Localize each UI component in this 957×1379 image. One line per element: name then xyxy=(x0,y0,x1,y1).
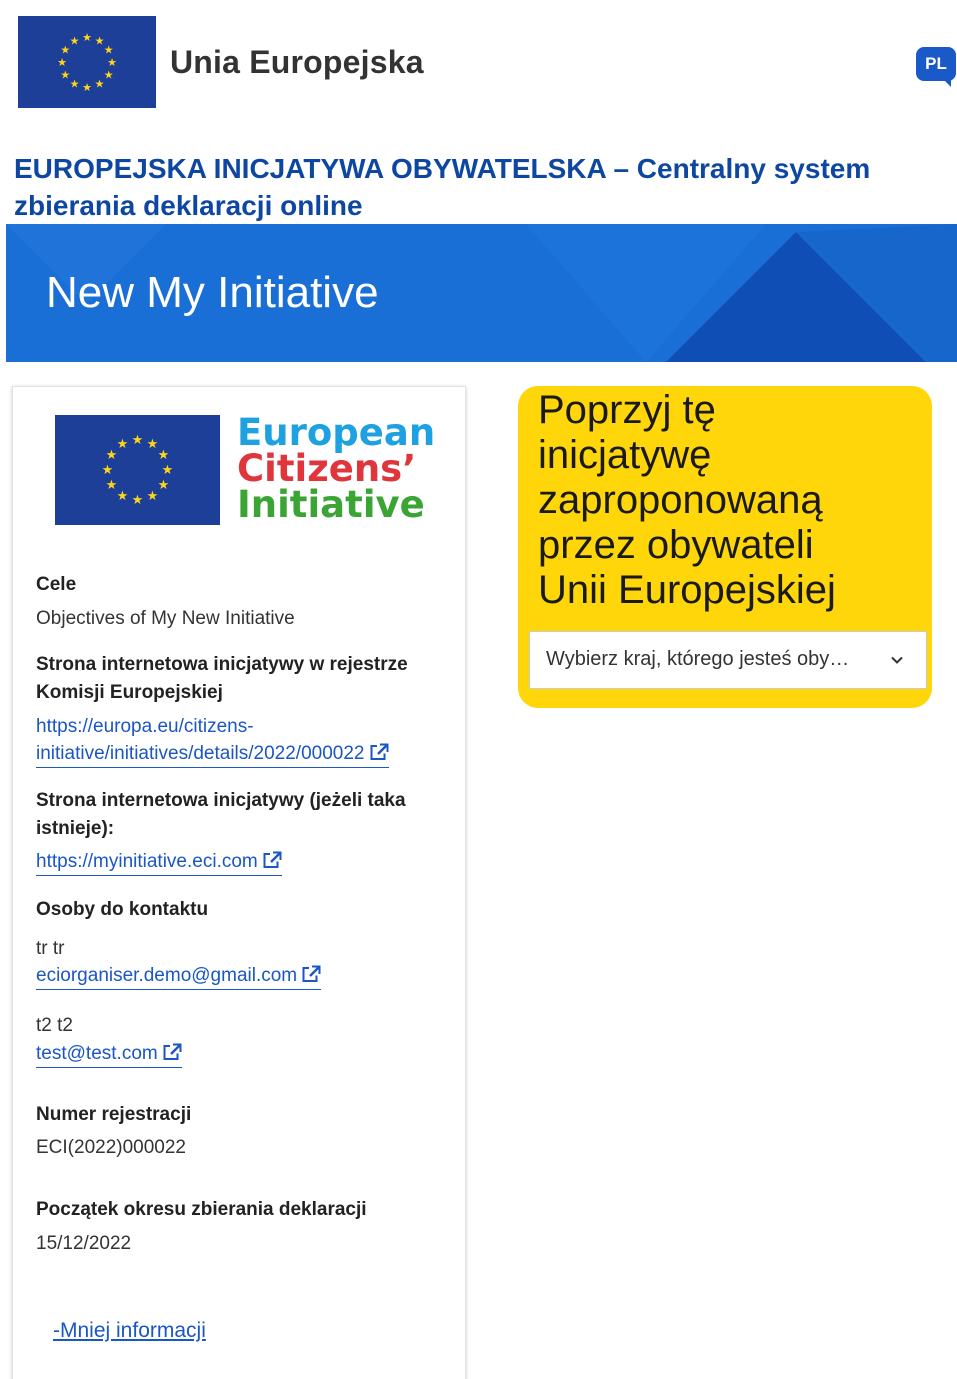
svg-text:★: ★ xyxy=(70,34,80,47)
country-select[interactable]: Wybierz kraj, którego jesteś oby… xyxy=(529,631,927,689)
country-select-value: Wybierz kraj, którego jesteś oby… xyxy=(546,648,850,670)
objectives-label: Cele xyxy=(36,574,77,595)
registration-value: ECI(2022)000022 xyxy=(36,1137,186,1158)
eci-word-initiative: Initiative xyxy=(237,483,425,526)
eci-logo: ★ ★ ★ ★ ★ ★ ★ ★ ★ ★ ★ ★ European Citizen… xyxy=(55,411,436,527)
start-date-label: Początek okresu zbierania deklaracji xyxy=(36,1199,367,1220)
website-link-text: https://myinitiative.eci.com xyxy=(36,851,258,872)
external-link-icon xyxy=(370,743,388,760)
less-info-link[interactable]: -Mniej informacji xyxy=(53,1319,206,1343)
objectives-value: Objectives of My New Initiative xyxy=(36,608,295,629)
site-title: EUROPEJSKA INICJATYWA OBYWATELSKA – Cent… xyxy=(14,153,871,221)
svg-text:★: ★ xyxy=(132,433,144,448)
svg-text:★: ★ xyxy=(95,78,105,91)
svg-text:★: ★ xyxy=(106,448,118,463)
contacts-label: Osoby do kontaktu xyxy=(36,899,209,920)
contact1-email-link[interactable]: eciorganiser.demo@gmail.com xyxy=(36,962,322,990)
eci-wordmark: European Citizens’ Initiative xyxy=(237,411,436,526)
contact1-name: tr tr xyxy=(36,938,65,959)
register-link[interactable]: initiative/initiatives/details/2022/0000… xyxy=(36,740,389,768)
svg-text:★: ★ xyxy=(104,69,114,82)
external-link-icon xyxy=(163,1043,182,1060)
svg-text:★: ★ xyxy=(82,81,92,94)
svg-text:★: ★ xyxy=(162,463,174,478)
chevron-down-icon xyxy=(891,656,903,664)
svg-text:★: ★ xyxy=(57,56,67,69)
website-link[interactable]: https://myinitiative.eci.com xyxy=(36,848,282,876)
speech-bubble-tail-icon xyxy=(941,77,951,87)
svg-text:★: ★ xyxy=(104,44,114,57)
svg-text:★: ★ xyxy=(132,493,144,508)
svg-text:★: ★ xyxy=(117,489,129,504)
language-selector[interactable]: PL xyxy=(916,47,956,87)
register-link-line2: initiative/initiatives/details/2022/0000… xyxy=(36,743,365,764)
svg-text:★: ★ xyxy=(158,478,170,493)
svg-text:★: ★ xyxy=(147,437,159,452)
eu-label: Unia Europejska xyxy=(170,44,424,80)
registration-label: Numer rejestracji xyxy=(36,1104,192,1125)
contact2-email-link[interactable]: test@test.com xyxy=(36,1040,182,1068)
language-code: PL xyxy=(916,47,956,81)
register-link-line1[interactable]: https://europa.eu/citizens- xyxy=(36,713,254,740)
svg-text:★: ★ xyxy=(117,437,129,452)
support-heading: Poprzyj tę inicjatywę zaproponowaną prze… xyxy=(538,388,918,613)
svg-text:★: ★ xyxy=(147,489,159,504)
register-label-line1: Strona internetowa inicjatywy w rejestrz… xyxy=(36,654,408,675)
svg-text:★: ★ xyxy=(82,31,92,44)
support-heading-line2: inicjatywę xyxy=(538,433,712,477)
website-label-line1: Strona internetowa inicjatywy (jeżeli ta… xyxy=(36,790,406,811)
support-heading-line4: przez obywateli xyxy=(538,523,814,567)
website-label-line2: istnieje): xyxy=(36,818,115,839)
support-heading-line5: Unii Europejskiej xyxy=(538,568,836,612)
contact1-email: eciorganiser.demo@gmail.com xyxy=(36,965,298,986)
page-banner: New My Initiative xyxy=(6,224,957,362)
eci-word-citizens: Citizens’ xyxy=(237,447,417,490)
eu-stars-icon: ★ ★ ★ ★ ★ ★ ★ ★ ★ ★ ★ ★ xyxy=(18,16,156,108)
eci-word-european: European xyxy=(237,411,436,454)
svg-text:★: ★ xyxy=(102,463,114,478)
support-panel: Poprzyj tę inicjatywę zaproponowaną prze… xyxy=(518,386,932,708)
support-heading-line3: zaproponowaną xyxy=(538,478,823,522)
support-heading-line1: Poprzyj tę xyxy=(538,388,716,432)
eci-flag-icon: ★ ★ ★ ★ ★ ★ ★ ★ ★ ★ ★ ★ xyxy=(55,415,220,525)
svg-text:★: ★ xyxy=(70,78,80,91)
svg-text:★: ★ xyxy=(106,478,118,493)
page-title: New My Initiative xyxy=(46,268,379,317)
eu-flag-logo[interactable]: ★ ★ ★ ★ ★ ★ ★ ★ ★ ★ ★ ★ xyxy=(18,16,156,108)
svg-text:★: ★ xyxy=(60,69,70,82)
external-link-icon xyxy=(263,851,282,868)
contact2-name: t2 t2 xyxy=(36,1015,73,1036)
top-bar: ★ ★ ★ ★ ★ ★ ★ ★ ★ ★ ★ ★ Unia Europejska … xyxy=(0,0,957,130)
external-link-icon xyxy=(302,965,321,982)
svg-text:★: ★ xyxy=(107,56,117,69)
start-date-value: 15/12/2022 xyxy=(36,1233,132,1254)
initiative-info-card: ★ ★ ★ ★ ★ ★ ★ ★ ★ ★ ★ ★ European Citizen… xyxy=(12,386,466,1379)
register-label-line2: Komisji Europejskiej xyxy=(36,682,223,703)
svg-text:★: ★ xyxy=(158,448,170,463)
contact2-email: test@test.com xyxy=(36,1043,158,1064)
